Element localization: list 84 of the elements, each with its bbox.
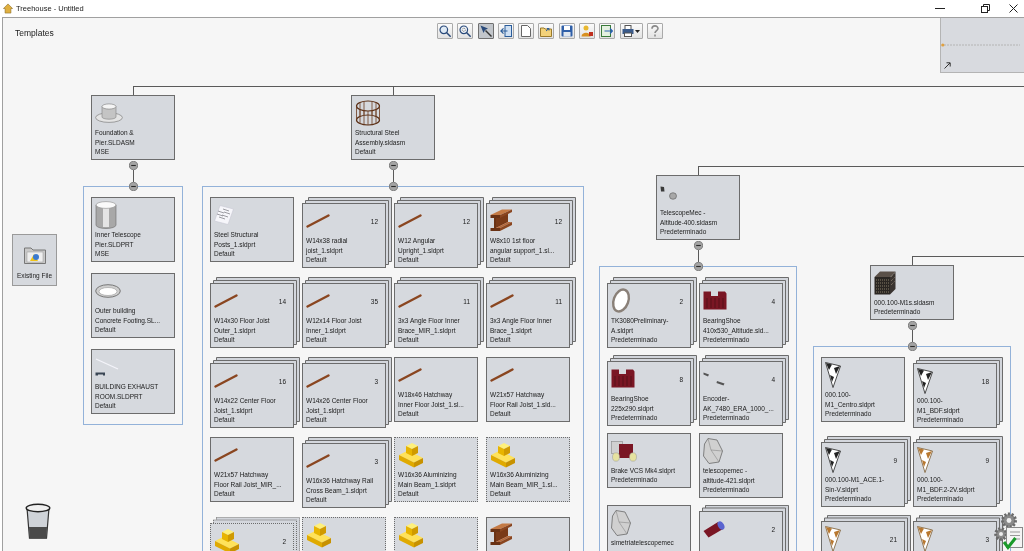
flat-ring-icon: [95, 283, 121, 298]
panel-title: Templates: [15, 28, 54, 38]
l-block-icon: [306, 521, 332, 548]
trash-icon[interactable]: [25, 503, 51, 539]
collapse-icon[interactable]: [128, 182, 138, 191]
rod-icon: [398, 213, 422, 228]
collapse-icon[interactable]: [388, 182, 398, 191]
rod-icon: [306, 213, 330, 228]
small-parts-icon: [703, 371, 725, 386]
properties-button[interactable]: [579, 23, 596, 39]
help-button[interactable]: [646, 23, 663, 39]
pointer-icon: [479, 25, 492, 37]
i-beam-icon: [490, 523, 513, 546]
folder-icon: [540, 25, 553, 37]
housing-icon: [703, 437, 723, 464]
close-icon: [1008, 4, 1018, 13]
gears-icon: [994, 512, 1018, 542]
people-icon: [581, 25, 594, 37]
collapse-icon[interactable]: [693, 262, 703, 271]
thin-rod-icon: [95, 357, 119, 376]
import-icon: [499, 25, 512, 37]
rod-icon: [398, 367, 422, 382]
connector-line: [911, 330, 913, 342]
triangle-segment-icon: [917, 446, 933, 473]
collapse-icon[interactable]: [907, 342, 917, 351]
help-icon: [650, 25, 659, 37]
striped-panel-icon: [214, 204, 234, 225]
pin-button[interactable]: [477, 23, 494, 39]
zoom-button[interactable]: [457, 23, 474, 39]
rod-icon: [306, 373, 330, 388]
rod-icon: [214, 293, 238, 308]
collapse-icon[interactable]: [388, 161, 398, 170]
lattice-cube-icon: [874, 270, 896, 295]
cylinder-icon: [95, 200, 117, 229]
rod-icon: [398, 293, 422, 308]
folder-icon: [23, 246, 46, 264]
triangle-segment-icon: [917, 367, 933, 394]
connector-line: [132, 170, 134, 182]
new-button[interactable]: [518, 23, 535, 39]
rod-icon: [306, 453, 330, 468]
connector-line: [392, 170, 394, 182]
rod-icon: [490, 367, 514, 382]
open-button[interactable]: [538, 23, 555, 39]
rod-icon: [490, 293, 514, 308]
import-button[interactable]: [497, 23, 514, 39]
rod-icon: [214, 447, 238, 462]
bearing-block-icon: [611, 369, 635, 388]
sheet-arrow-icon: [601, 25, 614, 37]
app-icon: [3, 3, 13, 14]
zoom-icon: [459, 25, 472, 37]
collapse-icon[interactable]: [128, 161, 138, 170]
wire-drum-icon: [355, 99, 381, 126]
triangle-segment-icon: [825, 525, 841, 551]
triangle-segment-icon: [825, 446, 841, 473]
l-block-icon: [398, 441, 424, 468]
brake-assembly-icon: [611, 439, 637, 462]
save-button[interactable]: [558, 23, 575, 39]
print-button[interactable]: [619, 23, 643, 39]
connector-line: [697, 250, 699, 262]
ring-icon: [611, 287, 631, 314]
l-block-icon: [214, 527, 240, 551]
caret-icon: [635, 29, 641, 33]
housing-icon: [611, 509, 631, 536]
triangle-segment-icon: [917, 525, 933, 551]
minimize-icon: [935, 8, 945, 9]
triangle-segment-icon: [825, 361, 841, 388]
rod-icon: [306, 293, 330, 308]
restore-icon: [980, 4, 990, 13]
i-beam-icon: [490, 209, 513, 232]
cylinder-on-disc-icon: [95, 102, 123, 123]
bearing-block-icon: [703, 291, 727, 310]
diagonal-arrow-icon[interactable]: [944, 62, 951, 69]
page-icon: [521, 25, 532, 37]
printer-icon: [622, 25, 635, 37]
collapse-icon[interactable]: [907, 321, 917, 330]
rod-icon: [214, 373, 238, 388]
export-button[interactable]: [599, 23, 616, 39]
l-block-icon: [398, 521, 424, 548]
small-parts-icon: [660, 185, 677, 200]
search-button[interactable]: [437, 23, 453, 39]
cylinder-part-icon: [703, 519, 726, 538]
search-icon: [439, 25, 451, 37]
collapse-icon[interactable]: [693, 241, 703, 250]
l-block-icon: [490, 441, 516, 468]
